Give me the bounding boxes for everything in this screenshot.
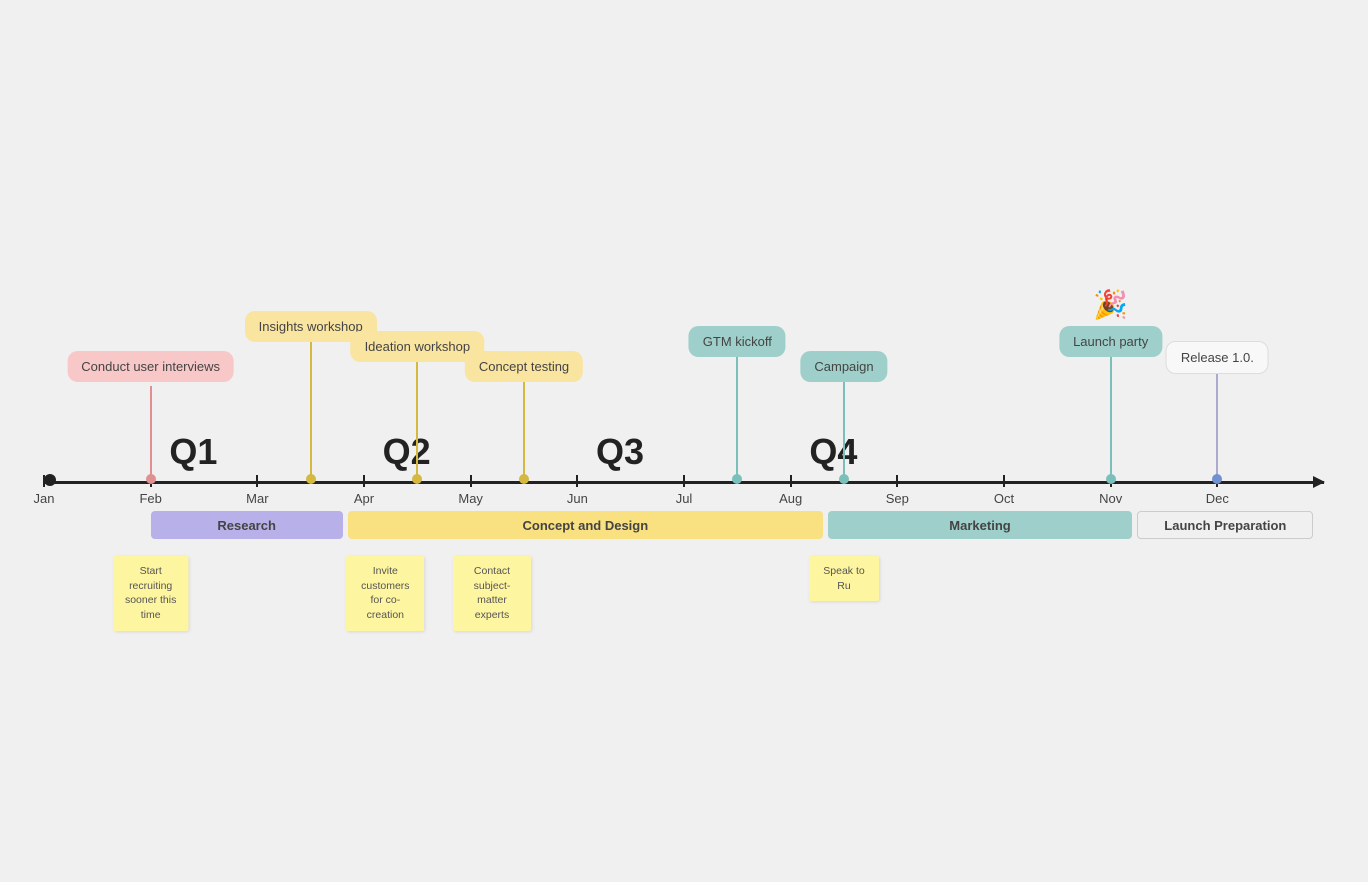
quarter-label-q2: Q2: [383, 431, 431, 473]
connector-ideation-workshop: [416, 359, 418, 479]
event-bubble-release[interactable]: Release 1.0.: [1166, 341, 1269, 374]
month-label-jul: Jul: [676, 491, 693, 506]
timeline-dot-ideation-workshop: [412, 474, 422, 484]
timeline-dot-gtm-kickoff: [732, 474, 742, 484]
month-label-apr: Apr: [354, 491, 374, 506]
connector-campaign: [843, 379, 845, 479]
tick-aug: [790, 475, 792, 487]
tick-mar: [256, 475, 258, 487]
tick-apr: [363, 475, 365, 487]
month-label-aug: Aug: [779, 491, 802, 506]
timeline-container: Jan Feb Mar Apr May Jun Jul Aug Sep Oct Nov Dec Q1 Q2…: [0, 0, 1368, 882]
timeline-start-dot: [44, 474, 56, 486]
month-label-mar: Mar: [246, 491, 268, 506]
phase-bar-launch-prep[interactable]: Launch Preparation: [1137, 511, 1313, 539]
timeline-dot-conduct-user: [146, 474, 156, 484]
event-bubble-conduct-user[interactable]: Conduct user interviews: [67, 351, 234, 382]
quarter-label-q3: Q3: [596, 431, 644, 473]
timeline-dot-campaign: [839, 474, 849, 484]
quarter-label-q4: Q4: [809, 431, 857, 473]
timeline-dot-concept-testing: [519, 474, 529, 484]
month-label-feb: Feb: [139, 491, 161, 506]
tick-jun: [576, 475, 578, 487]
quarter-label-q1: Q1: [169, 431, 217, 473]
timeline-dot-launch-party: [1106, 474, 1116, 484]
connector-gtm-kickoff: [736, 354, 738, 479]
event-bubble-launch-party[interactable]: Launch party: [1059, 326, 1162, 357]
sticky-note-contact[interactable]: Contact subject-matter experts: [453, 556, 531, 631]
event-bubble-gtm-kickoff[interactable]: GTM kickoff: [689, 326, 786, 357]
sticky-note-recruit[interactable]: Start recruiting sooner this time: [113, 556, 188, 631]
sticky-note-speak[interactable]: Speak to Ru: [809, 556, 879, 601]
month-label-oct: Oct: [994, 491, 1014, 506]
phase-bar-concept-design[interactable]: Concept and Design: [348, 511, 823, 539]
tick-oct: [1003, 475, 1005, 487]
month-label-dec: Dec: [1206, 491, 1229, 506]
phase-bar-marketing[interactable]: Marketing: [828, 511, 1132, 539]
month-label-jun: Jun: [567, 491, 588, 506]
month-label-jan: Jan: [34, 491, 55, 506]
connector-launch-party: [1110, 354, 1112, 479]
month-label-sep: Sep: [886, 491, 909, 506]
phase-bar-research[interactable]: Research: [151, 511, 343, 539]
event-bubble-concept-testing[interactable]: Concept testing: [465, 351, 583, 382]
party-popper-icon: 🎉: [1093, 288, 1128, 321]
connector-insights-workshop: [310, 339, 312, 479]
connector-concept-testing: [523, 379, 525, 479]
timeline-dot-release: [1212, 474, 1222, 484]
tick-sep: [896, 475, 898, 487]
sticky-note-invite[interactable]: Invite customers for co-creation: [346, 556, 424, 631]
connector-release: [1216, 369, 1218, 479]
month-label-nov: Nov: [1099, 491, 1122, 506]
event-bubble-campaign[interactable]: Campaign: [800, 351, 887, 382]
timeline-dot-insights-workshop: [306, 474, 316, 484]
connector-conduct-user: [150, 386, 152, 479]
event-bubble-ideation-workshop[interactable]: Ideation workshop: [351, 331, 485, 362]
month-label-may: May: [458, 491, 483, 506]
tick-may: [470, 475, 472, 487]
tick-jul: [683, 475, 685, 487]
timeline-wrapper: JanFebMarAprMayJunJulAugSepOctNovDecQ1Q2…: [44, 211, 1324, 711]
